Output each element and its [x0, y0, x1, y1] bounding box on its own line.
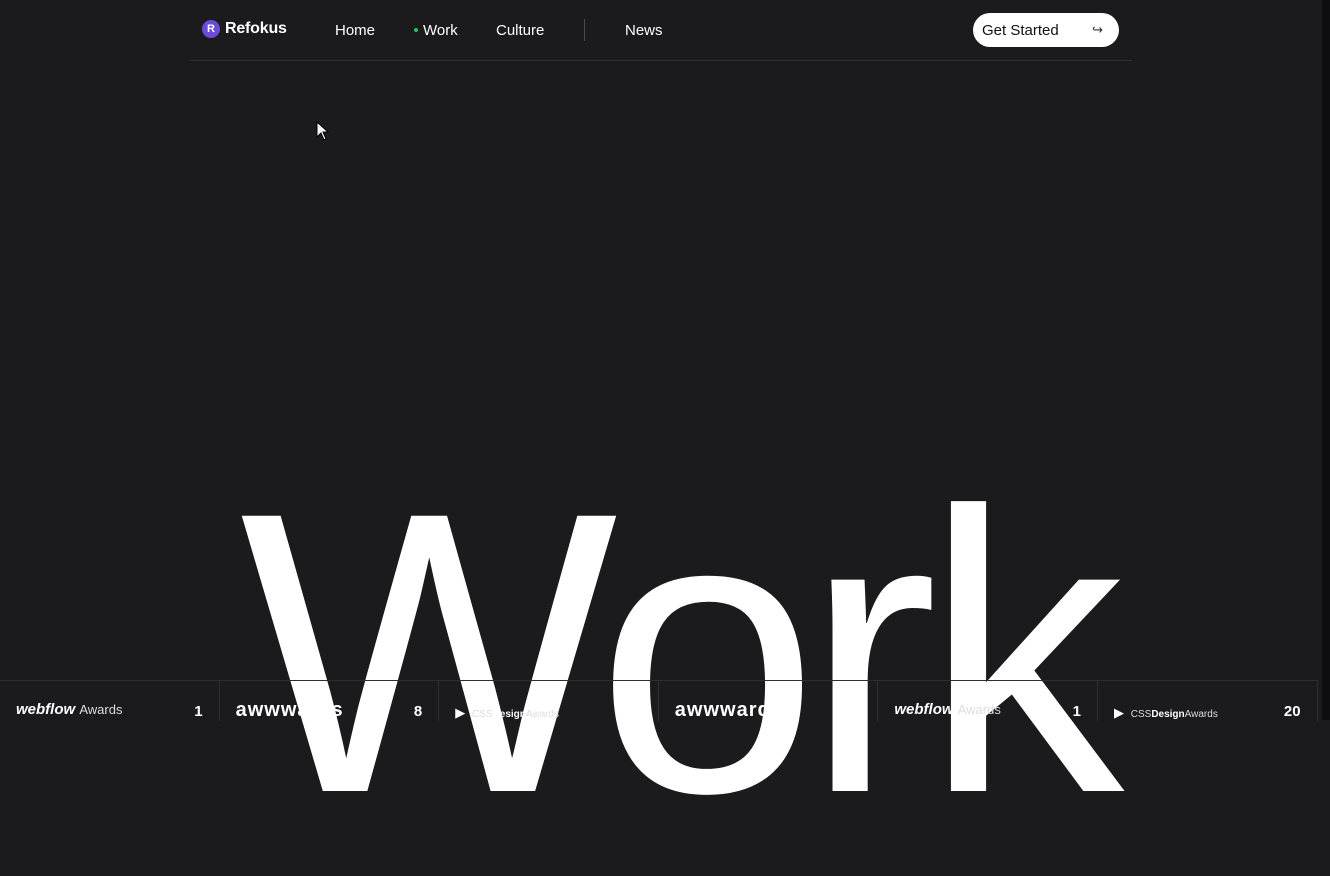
arrow-return-icon: ↪	[1092, 22, 1103, 37]
css-design-awards-logo: ▶ CSSDesignAwards	[1113, 705, 1218, 720]
award-count: 20	[1283, 703, 1301, 720]
webflow-awards-logo: webflow Awards	[894, 701, 1001, 718]
awards-strip: webflow Awards 1 awwwards 8 ▶ CSSDesignA…	[0, 680, 1318, 721]
get-started-button[interactable]: Get Started ↪	[973, 13, 1119, 47]
css-design-awards-icon: ▶	[1113, 705, 1124, 720]
award-item[interactable]: ▶ CSSDesignAwards 20	[1098, 681, 1318, 721]
page-title: Work	[240, 429, 1124, 876]
award-item[interactable]: awwwards 8	[659, 681, 879, 721]
css-design-awards-logo: ▶ CSSDesignAwards	[455, 705, 560, 720]
awwwards-logo: awwwards	[674, 699, 783, 721]
award-item[interactable]: awwwards 8	[220, 681, 440, 721]
get-started-label: Get Started	[982, 21, 1059, 39]
awwwards-logo: awwwards	[235, 699, 344, 721]
award-item[interactable]: webflow Awards 1	[0, 681, 220, 721]
award-count: 1	[194, 703, 203, 720]
award-count: 20	[625, 703, 642, 720]
window-edge	[1322, 0, 1330, 720]
css-design-awards-icon: ▶	[455, 705, 466, 720]
nav-link-work-label: Work	[423, 22, 458, 39]
brand-name: Refokus	[225, 20, 287, 37]
nav-divider	[584, 19, 585, 41]
award-count: 1	[1072, 703, 1081, 720]
webflow-awards-logo: webflow Awards	[16, 701, 123, 718]
top-navigation: R Refokus Home Work Culture News Get Sta…	[190, 0, 1132, 61]
nav-link-home[interactable]: Home	[335, 22, 375, 39]
nav-link-work[interactable]: Work	[414, 22, 458, 39]
award-count: 8	[853, 703, 862, 720]
award-item[interactable]: webflow Awards 1	[878, 681, 1098, 721]
refokus-logo-icon: R	[202, 20, 220, 38]
mouse-cursor-icon	[316, 121, 330, 141]
nav-link-culture[interactable]: Culture	[496, 22, 544, 39]
nav-link-news[interactable]: News	[625, 22, 663, 39]
award-count: 8	[413, 703, 423, 720]
brand-logo[interactable]: R Refokus	[202, 20, 287, 38]
award-item[interactable]: ▶ CSSDesignAwards 20	[439, 681, 659, 721]
active-indicator-dot	[414, 28, 418, 32]
